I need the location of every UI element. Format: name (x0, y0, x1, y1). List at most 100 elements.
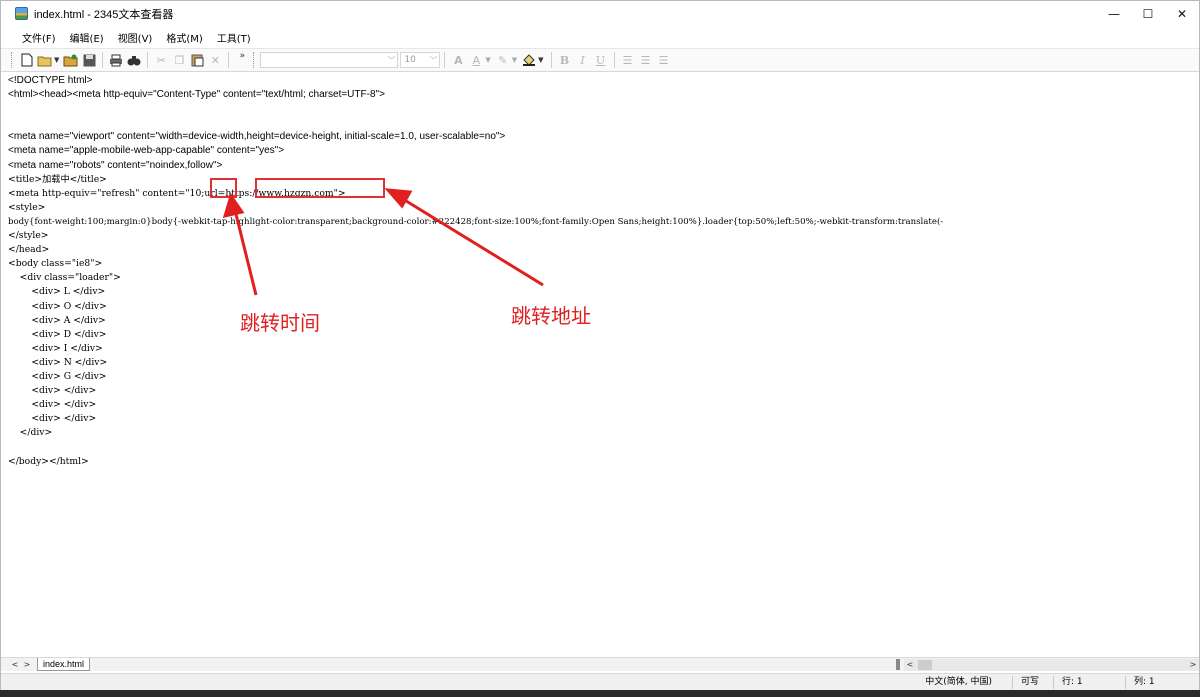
toolbar-separator (444, 52, 446, 68)
maximize-button[interactable]: ☐ (1131, 1, 1165, 26)
code-line: <div> </div> (8, 385, 97, 397)
menu-edit[interactable]: 编辑(E) (63, 30, 111, 45)
highlight-dropdown-icon[interactable]: ▼ (512, 56, 517, 64)
code-line: <!DOCTYPE html> (8, 75, 93, 86)
toolbar-separator (147, 52, 149, 68)
code-line: <div> </div> (8, 413, 97, 425)
scroll-right-icon[interactable]: > (1187, 660, 1199, 669)
menu-view[interactable]: 视图(V) (111, 30, 160, 45)
align-right-icon[interactable]: ☰ (655, 51, 673, 69)
refresh-time-label: 跳转时间 (240, 311, 320, 335)
open-folder-icon[interactable] (36, 51, 54, 69)
find-icon[interactable] (125, 51, 143, 69)
delete-icon[interactable]: ✕ (206, 51, 224, 69)
status-col: 列: 1 (1125, 675, 1199, 689)
code-line: <meta name="apple-mobile-web-app-capable… (8, 145, 285, 157)
code-line: </div> (8, 427, 53, 439)
menu-format[interactable]: 格式(M) (159, 30, 209, 45)
code-line: </body></html> (8, 455, 89, 467)
toolbar-grip[interactable] (11, 52, 14, 68)
minimize-button[interactable]: — (1097, 1, 1131, 26)
code-line: <meta name="viewport" content="width=dev… (8, 131, 506, 143)
font-color-icon[interactable]: A (467, 51, 485, 69)
font-grow-icon[interactable]: A (449, 51, 467, 69)
align-center-icon[interactable]: ☰ (637, 51, 655, 69)
scroll-thumb[interactable] (918, 659, 933, 670)
code-line: <div> G </div> (8, 370, 107, 382)
code-line: <div> O </div> (8, 300, 107, 312)
italic-button[interactable]: I (574, 51, 592, 69)
code-line: <div> N </div> (8, 356, 108, 368)
code-line: <div class="loader"> (8, 272, 121, 284)
window-title: index.html - 2345文本查看器 (34, 8, 174, 21)
text-editor[interactable]: <!DOCTYPE html> <html><head><meta http-e… (8, 74, 1192, 656)
open-recent-icon[interactable] (62, 51, 80, 69)
code-line: <div> </div> (8, 399, 97, 411)
toolbar-grip[interactable] (253, 52, 256, 68)
status-mode: 可写 (1011, 675, 1053, 689)
horizontal-scrollbar[interactable]: < > (904, 658, 1199, 671)
toolbar-separator (102, 52, 104, 68)
code-line: <meta name="robots" content="noindex,fol… (8, 159, 223, 171)
window-controls: — ☐ ✕ (1097, 1, 1199, 26)
open-dropdown-icon[interactable]: ▼ (54, 56, 59, 64)
toolbar-separator (550, 52, 552, 68)
background-color-icon[interactable] (520, 51, 538, 69)
tab-strip: < > index.html < > (1, 657, 1199, 671)
title-bar: index.html - 2345文本查看器 — ☐ ✕ (1, 1, 1199, 26)
status-language: 中文(简体, 中国) (925, 676, 992, 687)
font-size-select[interactable]: 10 ﹀ (400, 52, 441, 68)
code-line: <div> D </div> (8, 328, 107, 340)
code-line: body{font-weight:100;margin:0}body{-webk… (8, 216, 944, 227)
align-left-icon[interactable]: ☰ (619, 51, 637, 69)
app-icon (15, 7, 28, 20)
code-line: <meta http-equiv="refresh" content="10;u… (8, 187, 346, 199)
highlight-icon[interactable]: ✎ (494, 51, 512, 69)
file-tab-index[interactable]: index.html (37, 658, 91, 671)
code-line: <body class="ie8"> (8, 258, 103, 270)
tab-prev-icon[interactable]: < (9, 660, 21, 669)
save-icon[interactable] (80, 51, 98, 69)
bold-button[interactable]: B (556, 51, 574, 69)
cut-icon[interactable]: ✂ (152, 51, 170, 69)
code-line: <title>加载中</title> (8, 173, 107, 185)
code-line: <div> I </div> (8, 342, 103, 354)
toolbar-separator (228, 52, 230, 68)
code-line: </style> (8, 230, 49, 242)
copy-icon[interactable]: ❐ (170, 51, 188, 69)
underline-button[interactable]: U (592, 51, 610, 69)
redirect-url-label: 跳转地址 (511, 304, 591, 328)
font-size-value: 10 (404, 55, 416, 65)
code-line: </head> (8, 244, 50, 256)
refresh-time-highlight (210, 178, 237, 198)
background-color-dropdown-icon[interactable]: ▼ (538, 56, 543, 64)
scroll-left-icon[interactable]: < (904, 660, 916, 669)
new-file-icon[interactable] (18, 51, 36, 69)
font-family-select[interactable]: ﹀ (260, 52, 399, 68)
close-button[interactable]: ✕ (1165, 1, 1199, 26)
status-row: 行: 1 (1053, 675, 1125, 689)
redirect-url-highlight (255, 178, 385, 198)
code-line: <style> (8, 201, 46, 213)
more-tools-icon[interactable]: » (233, 51, 251, 69)
font-color-dropdown-icon[interactable]: ▼ (485, 56, 490, 64)
paste-icon[interactable] (188, 51, 206, 69)
print-icon[interactable] (107, 51, 125, 69)
chevron-down-icon: ﹀ (429, 55, 438, 65)
menu-tools[interactable]: 工具(T) (210, 30, 258, 45)
chevron-down-icon: ﹀ (387, 55, 396, 65)
tab-next-icon[interactable]: > (21, 660, 33, 669)
code-line: <html><head><meta http-equiv="Content-Ty… (8, 89, 385, 101)
toolbar: ▼ ✂ ❐ ✕ » ﹀ 10 ﹀ A A ▼ ✎ ▼ ▼ B I U ☰ ☰ ☰ (1, 48, 1199, 72)
text-viewer-window: index.html - 2345文本查看器 — ☐ ✕ 文件(F) 编辑(E)… (0, 0, 1200, 690)
scroll-splitter[interactable] (896, 659, 901, 670)
menu-bar: 文件(F) 编辑(E) 视图(V) 格式(M) 工具(T) (1, 26, 1199, 48)
status-bar: 中文(简体, 中国) 可写 行: 1 列: 1 (1, 673, 1199, 690)
toolbar-separator (613, 52, 615, 68)
code-line: <div> L </div> (8, 286, 106, 298)
menu-file[interactable]: 文件(F) (15, 30, 63, 45)
code-line: <div> A </div> (8, 314, 106, 326)
